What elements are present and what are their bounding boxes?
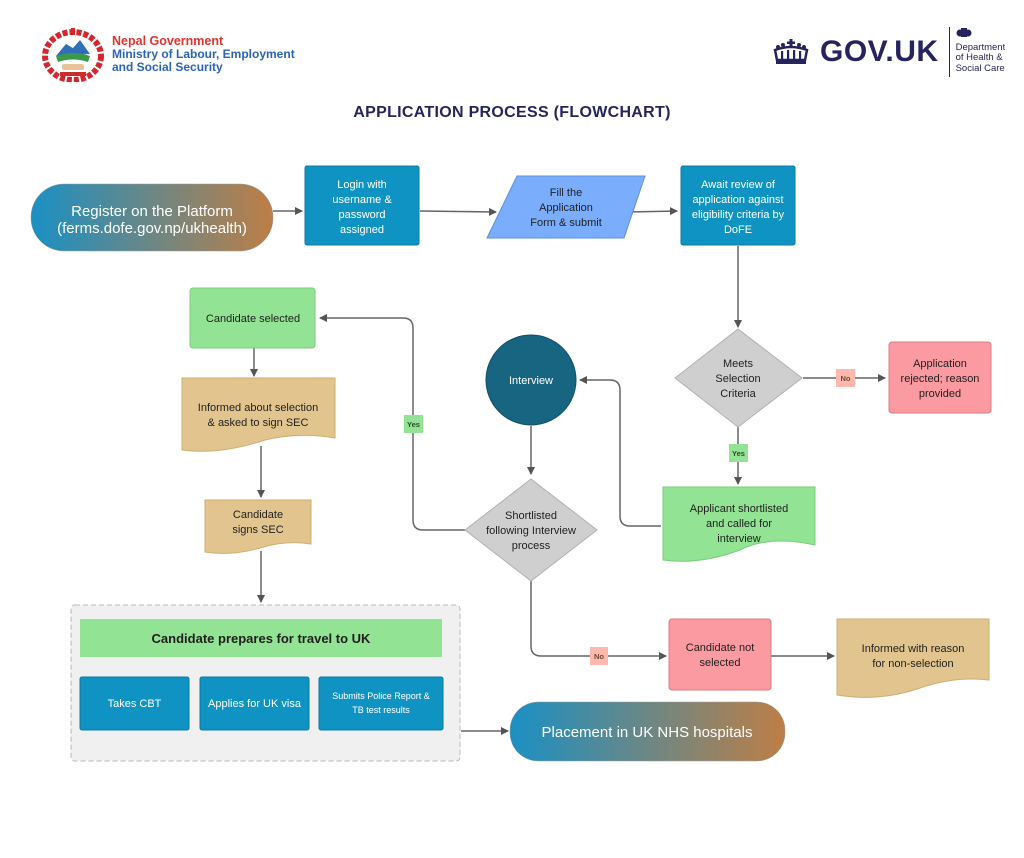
task-visa-label: Applies for UK visa: [208, 698, 302, 710]
node-register: Register on the Platform (ferms.dofe.gov…: [30, 183, 274, 252]
await-line-1: Await review of: [701, 179, 776, 191]
shortlisted-line-3: interview: [717, 533, 760, 545]
edge-form-await: [625, 207, 678, 216]
await-line-2: application against: [692, 194, 783, 206]
await-line-3: eligibility criteria by: [692, 209, 785, 221]
node-rejected: Application rejected; reason provided: [888, 341, 992, 414]
node-not-selected: Candidate not selected: [668, 618, 772, 691]
label-shortlist-yes: Yes: [404, 415, 423, 433]
selected-label: Candidate selected: [206, 313, 300, 325]
node-candidate-selected: Candidate selected: [189, 287, 316, 349]
rejected-line-1: Application: [913, 358, 967, 370]
interview-label: Interview: [509, 375, 553, 387]
task-police-report: [318, 676, 444, 731]
informed-reason-line-1: Informed with reason: [862, 643, 965, 655]
shortlisted-line-2: and called for: [706, 518, 772, 530]
node-shortlisted-decision: Shortlisted following Interview process: [464, 478, 598, 582]
login-line-1: Login with: [337, 179, 387, 191]
rejected-line-2: rejected; reason: [901, 373, 980, 385]
form-line-3: Form & submit: [530, 217, 602, 229]
meets-line-3: Criteria: [720, 388, 756, 400]
node-prepares-group: Candidate prepares for travel to UK Take…: [70, 604, 461, 762]
label-shortlist-no: No: [590, 647, 608, 665]
edge-decision-selected: [319, 314, 465, 531]
placement-label: Placement in UK NHS hospitals: [542, 724, 753, 741]
node-fill-form: Fill the Application Form & submit: [486, 175, 646, 239]
edge-decision-notselected: [530, 580, 667, 660]
meets-line-1: Meets: [723, 358, 753, 370]
form-line-2: Application: [539, 202, 593, 214]
meets-line-2: Selection: [715, 373, 760, 385]
task-police-line-1: Submits Police Report &: [332, 691, 430, 701]
decision-line-2: following Interview: [486, 525, 576, 537]
svg-text:Yes: Yes: [407, 420, 420, 429]
login-line-4: assigned: [340, 224, 384, 236]
node-shortlisted-called: Applicant shortlisted and called for int…: [662, 486, 816, 562]
informed-selection-line-1: Informed about selection: [198, 402, 318, 414]
edge-login-form: [419, 207, 497, 216]
decision-line-1: Shortlisted: [505, 510, 557, 522]
svg-text:No: No: [841, 374, 851, 383]
register-line-1: Register on the Platform: [71, 203, 233, 220]
await-line-4: DoFE: [724, 224, 752, 236]
not-selected-line-1: Candidate not: [686, 642, 755, 654]
node-meets-criteria: Meets Selection Criteria: [674, 328, 803, 428]
form-line-1: Fill the: [550, 187, 582, 199]
prepares-header: Candidate prepares for travel to UK: [152, 631, 371, 646]
register-line-2: (ferms.dofe.gov.np/ukhealth): [57, 220, 247, 237]
task-police-line-2: TB test results: [352, 705, 410, 715]
informed-selection-line-2: & asked to sign SEC: [208, 417, 309, 429]
label-meets-no: No: [836, 369, 855, 387]
edge-shortlisted-interview: [579, 376, 661, 527]
shortlisted-line-1: Applicant shortlisted: [690, 503, 788, 515]
decision-line-3: process: [512, 540, 551, 552]
login-line-3: password: [338, 209, 385, 221]
label-meets-yes: Yes: [729, 444, 748, 462]
not-selected-line-2: selected: [700, 657, 741, 669]
svg-text:No: No: [594, 652, 604, 661]
node-signs-sec: Candidate signs SEC: [204, 499, 312, 554]
node-informed-reason: Informed with reason for non-selection: [836, 618, 990, 698]
signs-line-2: signs SEC: [232, 524, 283, 536]
node-login: Login with username & password assigned: [304, 165, 420, 246]
rejected-line-3: provided: [919, 388, 961, 400]
node-interview: Interview: [485, 334, 577, 426]
node-informed-selection: Informed about selection & asked to sign…: [181, 377, 336, 452]
flowchart: Register on the Platform (ferms.dofe.gov…: [30, 165, 992, 762]
informed-reason-line-2: for non-selection: [872, 658, 953, 670]
login-line-2: username &: [332, 194, 392, 206]
node-placement: Placement in UK NHS hospitals: [509, 701, 786, 762]
signs-line-1: Candidate: [233, 509, 283, 521]
node-await-review: Await review of application against elig…: [680, 165, 796, 246]
task-cbt-label: Takes CBT: [108, 698, 162, 710]
svg-text:Yes: Yes: [732, 449, 745, 458]
